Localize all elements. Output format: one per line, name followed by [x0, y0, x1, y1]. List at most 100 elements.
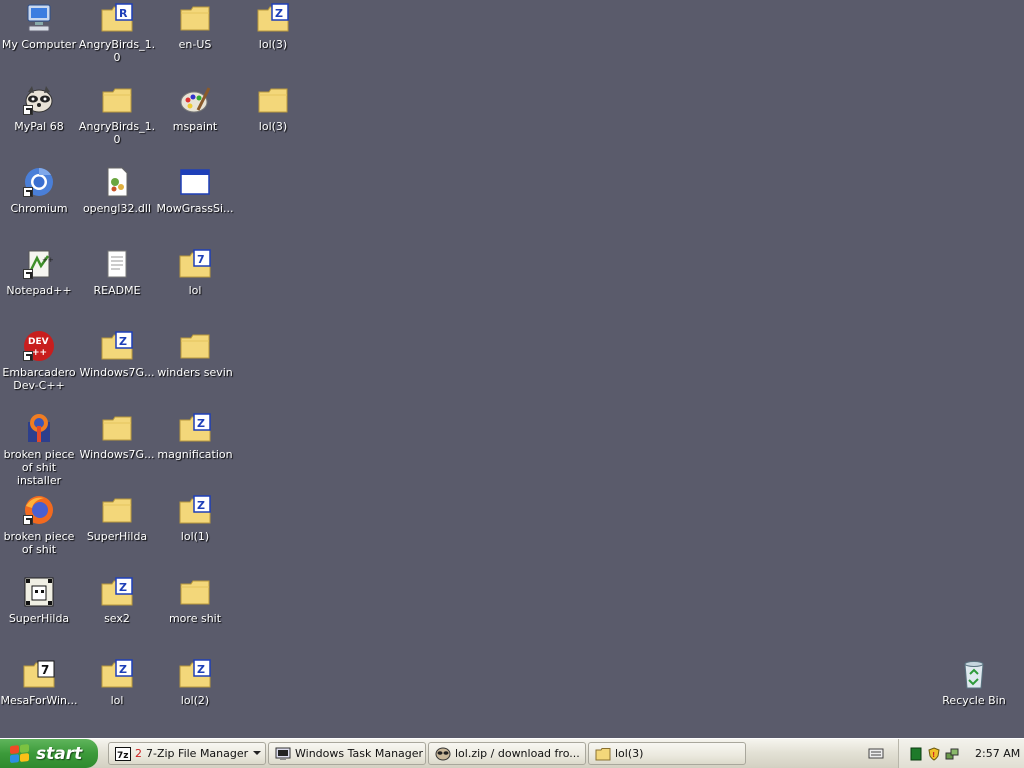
zip-folder-icon: Z — [100, 576, 134, 608]
7zip-icon: 7z — [115, 746, 131, 761]
folder-icon — [100, 412, 134, 444]
desktop-icon-label: MyPal 68 — [14, 120, 64, 133]
desktop-icon-label: broken piece of shit installer — [3, 448, 75, 487]
folder-icon — [100, 84, 134, 116]
desktop-icon-angrybirds-rar[interactable]: R AngryBirds_1.0 — [78, 2, 156, 78]
desktop-icon-lol3-folder[interactable]: lol(3) — [234, 84, 312, 160]
desktop-icon-label: Recycle Bin — [942, 694, 1006, 707]
task-label: lol(3) — [615, 747, 644, 760]
desktop-icon-lol-zip[interactable]: 7 lol — [156, 248, 234, 324]
clock[interactable]: 2:57 AM — [975, 747, 1020, 760]
system-tray: ! 2:57 AM — [898, 739, 1024, 768]
desktop-icon-mypal[interactable]: MyPal 68 — [0, 84, 78, 160]
desktop-icon-label: lol(3) — [258, 38, 288, 51]
desktop-icon-label: magnification — [157, 448, 233, 461]
svg-text:Z: Z — [197, 663, 205, 676]
desktop-icon-angrybirds-folder[interactable]: AngryBirds_1.0 — [78, 84, 156, 160]
zip-folder-icon: Z — [100, 658, 134, 690]
desktop-icon-label: lol(1) — [180, 530, 210, 543]
desktop-icon-lol2[interactable]: Z lol(2) — [156, 658, 234, 734]
desktop[interactable]: My Computer MyPal 68 Chromium ++ Notepad… — [0, 0, 1024, 738]
taskbar-item-lol3-folder[interactable]: lol(3) — [588, 742, 746, 765]
desktop-icon-mowgrass[interactable]: MowGrassSi... — [156, 166, 234, 242]
svg-text:DEV: DEV — [28, 337, 49, 347]
desktop-icon-firefox[interactable]: broken piece of shit — [0, 494, 78, 570]
task-manager-icon — [275, 747, 291, 761]
shortcut-arrow-icon — [23, 187, 33, 197]
desktop-icon-label: AngryBirds_1.0 — [78, 38, 156, 64]
taskbar-item-mypal-download[interactable]: lol.zip / download fro... — [428, 742, 586, 765]
desktop-icon-windows7g-zip[interactable]: Z Windows7G... — [78, 330, 156, 406]
desktop-icon-installer[interactable]: broken piece of shit installer — [0, 412, 78, 488]
rar-folder-icon: R — [100, 2, 134, 34]
folder-icon — [178, 330, 212, 362]
task-label: lol.zip / download fro... — [455, 747, 580, 760]
desktop-icon-label: more shit — [168, 612, 222, 625]
svg-text:++: ++ — [32, 348, 47, 358]
desktop-icon-en-us[interactable]: en-US — [156, 2, 234, 78]
text-file-icon — [100, 248, 134, 280]
desktop-icon-label: Notepad++ — [6, 284, 72, 297]
folder-icon — [595, 747, 611, 761]
svg-text:++: ++ — [42, 256, 54, 264]
desktop-icon-windows7g-folder[interactable]: Windows7G... — [78, 412, 156, 488]
security-shield-icon[interactable]: ! — [927, 746, 941, 761]
zip-folder-icon: Z — [178, 412, 212, 444]
desktop-icon-label: en-US — [178, 38, 212, 51]
desktop-icon-label: lol — [110, 694, 124, 707]
shortcut-arrow-icon — [23, 351, 33, 361]
svg-text:Z: Z — [197, 499, 205, 512]
desktop-icon-label: mspaint — [172, 120, 218, 133]
desktop-icon-devcpp[interactable]: DEV ++ Embarcadero Dev-C++ — [0, 330, 78, 406]
windows-flag-icon — [10, 743, 30, 763]
desktop-icon-sex2[interactable]: Z sex2 — [78, 576, 156, 652]
desktop-icon-label: My Computer — [1, 38, 77, 51]
network-icon[interactable] — [909, 747, 923, 761]
dll-file-icon — [100, 166, 134, 198]
desktop-icon-label: sex2 — [104, 612, 130, 625]
desktop-icon-label: lol — [188, 284, 202, 297]
svg-text:7: 7 — [197, 253, 205, 266]
desktop-icon-superhilda-app[interactable]: SuperHilda — [0, 576, 78, 652]
desktop-icon-readme[interactable]: README — [78, 248, 156, 324]
desktop-icon-recycle-bin[interactable]: Recycle Bin — [935, 658, 1013, 734]
svg-text:!: ! — [932, 751, 935, 759]
start-button[interactable]: start — [0, 739, 98, 768]
paint-icon — [178, 84, 212, 116]
superhilda-icon — [22, 576, 56, 608]
firefox-icon — [22, 494, 56, 526]
zip-folder-icon: Z — [256, 2, 290, 34]
desktop-icon-label: Windows7G... — [79, 448, 155, 461]
desktop-icon-label: README — [93, 284, 141, 297]
desktop-icon-my-computer[interactable]: My Computer — [0, 2, 78, 78]
firefox-installer-icon — [22, 412, 56, 444]
desktop-icon-more-shit[interactable]: more shit — [156, 576, 234, 652]
desktop-icon-winders-sevin[interactable]: winders sevin — [156, 330, 234, 406]
network-connection-icon[interactable] — [945, 747, 959, 761]
svg-text:Z: Z — [119, 581, 127, 594]
desktop-icon-opengl32[interactable]: opengl32.dll — [78, 166, 156, 242]
svg-text:Z: Z — [197, 417, 205, 430]
svg-text:R: R — [119, 7, 128, 20]
desktop-icon-notepadpp[interactable]: ++ Notepad++ — [0, 248, 78, 324]
svg-text:7: 7 — [41, 663, 49, 677]
svg-text:Z: Z — [275, 7, 283, 20]
desktop-icon-lol3-zip[interactable]: Z lol(3) — [234, 2, 312, 78]
taskbar: start 7z 2 7-Zip File Manager Windows Ta… — [0, 738, 1024, 768]
taskbar-item-7zip[interactable]: 7z 2 7-Zip File Manager — [108, 742, 266, 765]
taskbar-item-task-manager[interactable]: Windows Task Manager — [268, 742, 426, 765]
keyboard-icon[interactable] — [868, 745, 884, 761]
start-label: start — [36, 743, 83, 764]
desktop-icon-superhilda-folder[interactable]: SuperHilda — [78, 494, 156, 570]
desktop-icon-label: SuperHilda — [8, 612, 70, 625]
svg-text:7z: 7z — [117, 751, 129, 761]
shortcut-arrow-icon — [23, 269, 33, 279]
desktop-icon-chromium[interactable]: Chromium — [0, 166, 78, 242]
desktop-icon-mesaforwin[interactable]: 7 MesaForWin... — [0, 658, 78, 734]
desktop-icon-lol-zip-2[interactable]: Z lol — [78, 658, 156, 734]
chromium-icon — [22, 166, 56, 198]
desktop-icon-lol1[interactable]: Z lol(1) — [156, 494, 234, 570]
desktop-icon-mspaint[interactable]: mspaint — [156, 84, 234, 160]
desktop-icon-label: winders sevin — [157, 366, 233, 379]
desktop-icon-magnification[interactable]: Z magnification — [156, 412, 234, 488]
